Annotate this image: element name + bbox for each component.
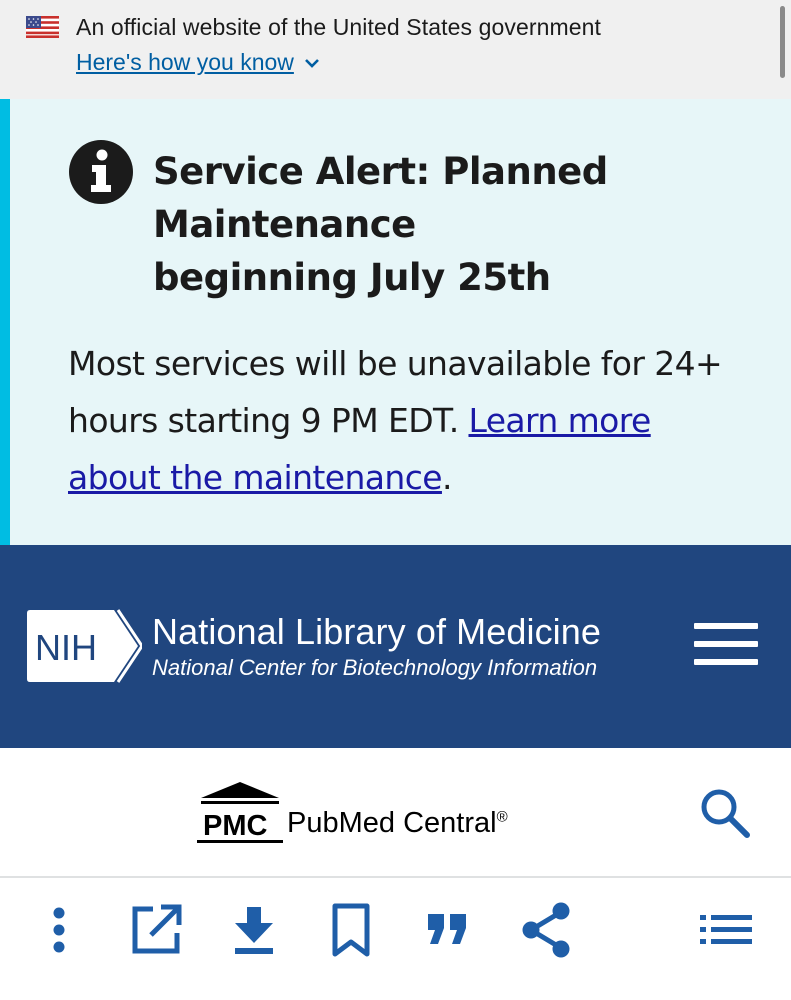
bookmark-icon xyxy=(332,903,370,957)
pmc-name: PubMed Central® xyxy=(287,807,508,840)
site-header: NIH National Library of Medicine Nationa… xyxy=(0,545,791,748)
alert-accent-bar xyxy=(0,99,10,545)
pmc-name-text: PubMed Central xyxy=(287,807,497,839)
pmc-logo[interactable]: PMC PubMed Central® xyxy=(197,780,508,844)
menu-button[interactable] xyxy=(694,621,760,667)
alert-body: Most services will be unavailable for 24… xyxy=(68,335,748,506)
share-button[interactable] xyxy=(518,900,574,960)
cite-quote-icon xyxy=(428,914,466,944)
bookmark-button[interactable] xyxy=(328,900,374,960)
more-actions-button[interactable] xyxy=(44,900,74,960)
list-icon xyxy=(700,915,752,944)
cite-button[interactable] xyxy=(426,900,470,960)
pmc-bar: PMC PubMed Central® xyxy=(0,748,791,878)
alert-body-period: . xyxy=(441,458,452,497)
gov-banner-text: An official website of the United States… xyxy=(76,14,602,40)
search-icon[interactable] xyxy=(698,786,752,840)
nih-logo-text: NIH xyxy=(35,627,97,668)
pmc-building-icon: PMC xyxy=(197,782,283,843)
heres-how-you-know-link[interactable]: Here's how you know xyxy=(76,49,320,76)
article-toolbar xyxy=(0,880,791,1000)
chevron-down-icon xyxy=(304,58,319,68)
nih-logo[interactable]: NIH xyxy=(26,608,142,684)
heres-how-you-know-label: Here's how you know xyxy=(76,49,294,75)
scrollbar[interactable] xyxy=(780,6,785,78)
site-title[interactable]: National Library of Medicine xyxy=(152,611,601,653)
alert-heading: Service Alert: Planned Maintenance begin… xyxy=(153,150,608,299)
share-icon xyxy=(522,902,570,958)
more-vertical-icon xyxy=(53,907,65,953)
us-flag-icon xyxy=(26,16,59,38)
registered-mark: ® xyxy=(496,808,508,826)
open-external-icon xyxy=(132,904,182,954)
table-of-contents-button[interactable] xyxy=(699,900,753,960)
site-subtitle: National Center for Biotechnology Inform… xyxy=(152,655,598,680)
pmc-mark-text: PMC xyxy=(203,810,268,842)
download-button[interactable] xyxy=(230,900,278,960)
open-external-button[interactable] xyxy=(128,900,184,960)
download-icon xyxy=(235,907,273,954)
menu-icon xyxy=(694,623,758,629)
info-icon xyxy=(69,140,133,204)
service-alert: Service Alert: Planned Maintenance begin… xyxy=(0,99,791,545)
gov-banner: An official website of the United States… xyxy=(0,0,791,99)
